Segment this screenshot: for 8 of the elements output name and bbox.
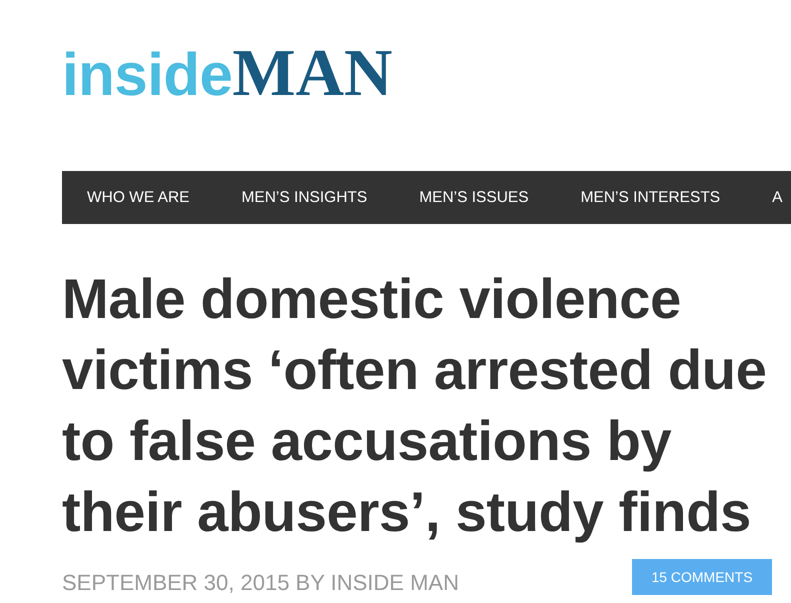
nav-link[interactable]: A xyxy=(772,186,782,210)
nav-link[interactable]: MEN’S INSIGHTS xyxy=(241,186,368,210)
site-logo[interactable]: insideMAN xyxy=(62,40,392,107)
article-title: Male domestic violence victims ‘often arrested due to false accusations by their abusers’, study finds xyxy=(62,266,768,545)
nav-link[interactable]: WHO WE ARE xyxy=(87,186,190,210)
article-meta: SEPTEMBER 30, 2015 BY INSIDE MAN xyxy=(62,572,459,597)
nav-link[interactable]: MEN’S INTERESTS xyxy=(580,186,720,210)
nav-link[interactable]: MEN’S ISSUES xyxy=(419,186,529,210)
